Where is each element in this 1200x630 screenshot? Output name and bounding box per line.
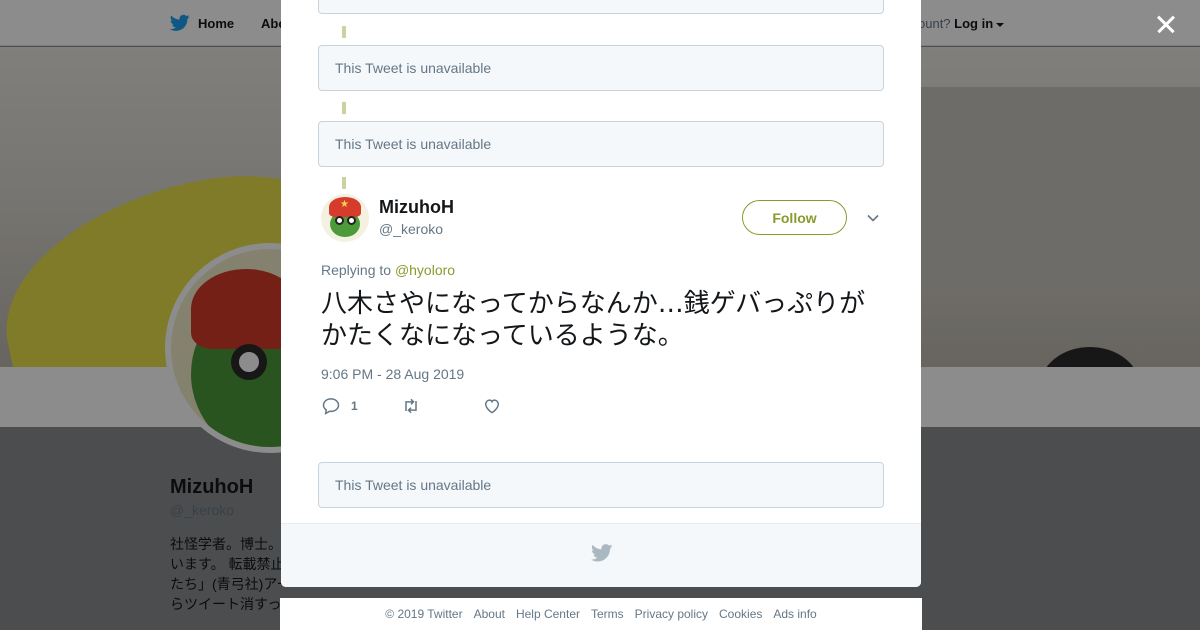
replying-handle-link[interactable]: @hyoloro: [395, 262, 455, 278]
twitter-bird-icon: [591, 544, 613, 562]
thread-connector: [342, 177, 346, 189]
unavailable-tweet: This Tweet is unavailable: [318, 0, 884, 14]
footer-copyright: © 2019 Twitter: [385, 607, 463, 621]
unavailable-tweet: This Tweet is unavailable: [318, 45, 884, 91]
like-button[interactable]: [482, 396, 502, 416]
tweet-avatar[interactable]: ★: [321, 194, 369, 242]
tweet-timestamp[interactable]: 9:06 PM - 28 Aug 2019: [321, 366, 464, 382]
tweet-author-name[interactable]: MizuhoH: [379, 197, 454, 218]
footer-link-ads-info[interactable]: Ads info: [773, 607, 816, 621]
star-icon: ★: [340, 199, 349, 210]
chevron-down-icon[interactable]: [866, 211, 880, 225]
thread-connector: [342, 26, 346, 38]
follow-button[interactable]: Follow: [742, 200, 847, 235]
footer-link-about[interactable]: About: [474, 607, 505, 621]
tweet-author-handle[interactable]: @_keroko: [379, 221, 443, 237]
replying-prefix: Replying to: [321, 262, 392, 278]
retweet-icon: [405, 398, 417, 414]
close-icon[interactable]: [1152, 10, 1180, 38]
reply-icon: [322, 398, 340, 415]
footer-link-privacy[interactable]: Privacy policy: [635, 607, 708, 621]
tweet-text: 八木さやになってからなんか…銭ゲバっぷりがかたくなになっているような。: [321, 289, 866, 351]
modal-footer: [281, 523, 921, 587]
reply-count: 1: [351, 399, 358, 413]
unavailable-tweet: This Tweet is unavailable: [318, 121, 884, 167]
retweet-button[interactable]: [401, 396, 421, 416]
footer-link-help-center[interactable]: Help Center: [516, 607, 580, 621]
footer-link-terms[interactable]: Terms: [591, 607, 624, 621]
footer-link-cookies[interactable]: Cookies: [719, 607, 762, 621]
tweet-modal: This Tweet is unavailable This Tweet is …: [281, 0, 921, 587]
avatar-eye: [335, 216, 344, 225]
heart-icon: [484, 399, 500, 414]
replying-to: Replying to @hyoloro: [321, 262, 455, 278]
unavailable-tweet: This Tweet is unavailable: [318, 462, 884, 508]
page-footer: © 2019 Twitter About Help Center Terms P…: [280, 598, 922, 630]
thread-connector: [342, 102, 346, 114]
reply-button[interactable]: 1: [321, 396, 358, 416]
avatar-eye: [347, 216, 356, 225]
